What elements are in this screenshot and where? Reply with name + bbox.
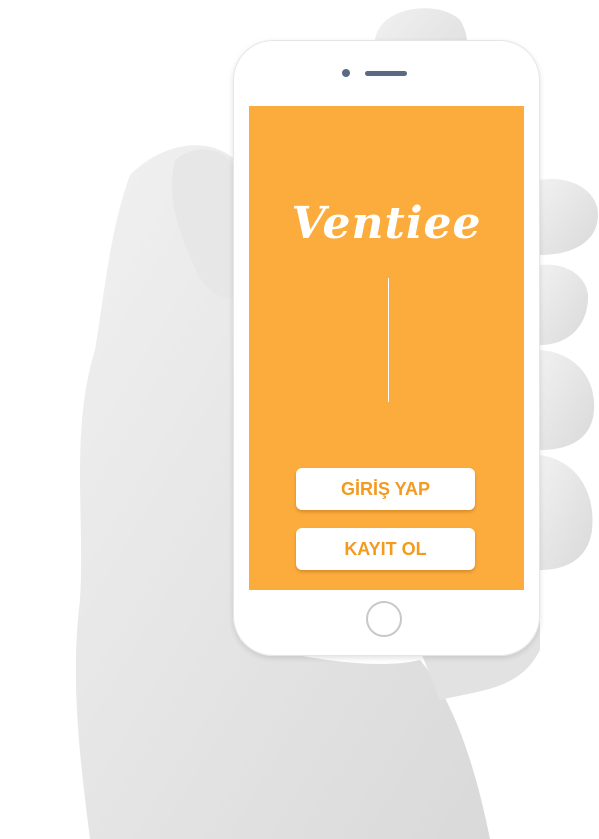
app-logo: Ventiee: [291, 198, 482, 249]
front-camera-icon: [342, 69, 350, 77]
register-button[interactable]: KAYIT OL: [296, 528, 475, 570]
hand-finger-3: [540, 350, 595, 450]
vertical-divider: [388, 278, 389, 402]
hand-finger-4: [540, 455, 593, 570]
speaker-grille: [365, 71, 407, 76]
login-button[interactable]: GİRİŞ YAP: [296, 468, 475, 510]
app-screen: Ventiee GİRİŞ YAP KAYIT OL: [249, 106, 524, 590]
hand-finger-1: [540, 179, 598, 255]
home-button[interactable]: [366, 601, 402, 637]
phone-frame: Ventiee GİRİŞ YAP KAYIT OL: [233, 40, 540, 656]
mockup-stage: Ventiee GİRİŞ YAP KAYIT OL: [0, 0, 599, 839]
hand-finger-2: [540, 264, 589, 345]
